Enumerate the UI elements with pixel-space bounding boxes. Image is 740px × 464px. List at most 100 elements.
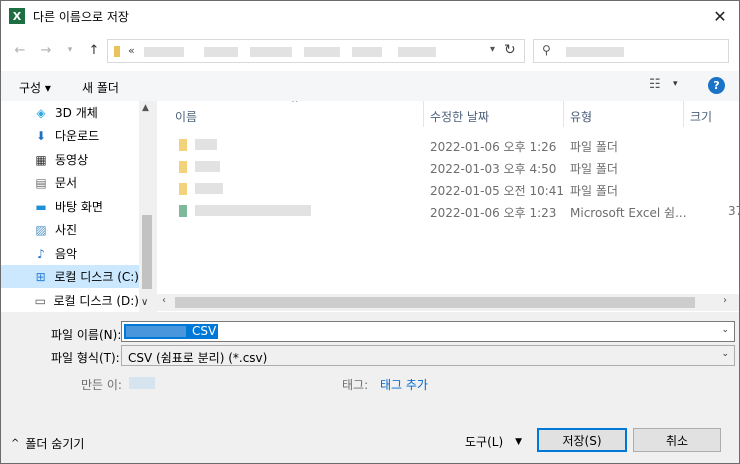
nav-item-label: 음악 <box>55 247 78 261</box>
filetype-value: CSV (쉼표로 분리) (*.csv) <box>128 351 268 365</box>
filename-input[interactable]: CSV ⌄ <box>121 321 735 342</box>
scroll-thumb[interactable] <box>142 215 152 289</box>
file-date: 2022-01-05 오전 10:41 <box>430 184 565 198</box>
organize-menu-button[interactable]: 구성 ▾ <box>19 79 51 96</box>
nav-item-7[interactable]: ⊞ 로컬 디스크 (C:) <box>1 265 139 288</box>
chevron-down-icon[interactable]: ▾ <box>673 79 678 89</box>
scroll-left-icon[interactable]: ‹ <box>162 295 166 306</box>
column-header-name[interactable]: 이름 <box>175 108 197 125</box>
author-value[interactable] <box>129 377 155 389</box>
close-button[interactable]: ✕ <box>707 4 733 28</box>
column-header-date[interactable]: 수정한 날짜 <box>430 108 489 125</box>
view-options-icon[interactable]: ☷ <box>649 77 661 92</box>
folder-icon <box>179 139 187 151</box>
file-row[interactable]: 2022-01-06 오후 1:26 파일 폴더 <box>157 134 739 156</box>
breadcrumb-segment[interactable] <box>352 47 382 57</box>
breadcrumb-segment[interactable] <box>398 47 436 57</box>
file-name-obscured <box>195 183 223 194</box>
hide-folders-label: 폴더 숨기기 <box>25 437 85 451</box>
file-type: 파일 폴더 <box>570 140 618 154</box>
scroll-thumb[interactable] <box>175 297 695 308</box>
breadcrumb-segment[interactable] <box>304 47 340 57</box>
save-button[interactable]: 저장(S) <box>537 428 627 452</box>
cancel-button[interactable]: 취소 <box>633 428 721 452</box>
recent-locations-button[interactable]: ▾ <box>61 41 79 59</box>
column-divider[interactable] <box>683 101 684 127</box>
chevron-down-icon: ▼ <box>515 436 523 447</box>
file-date: 2022-01-06 오후 1:26 <box>430 140 557 154</box>
chevron-down-icon: ⌄ <box>721 349 729 359</box>
scroll-up-icon[interactable]: ▲ <box>142 103 149 113</box>
file-list-horizontal-scrollbar[interactable]: ‹ › <box>157 294 739 311</box>
nav-item-label: 로컬 디스크 (C:) <box>54 270 139 284</box>
filename-value: CSV <box>192 324 217 338</box>
column-header-type[interactable]: 유형 <box>570 108 592 125</box>
filetype-select[interactable]: CSV (쉼표로 분리) (*.csv) ⌄ <box>121 345 735 366</box>
file-row[interactable]: 2022-01-05 오전 10:41 파일 폴더 <box>157 178 739 200</box>
forward-button[interactable]: → <box>37 41 55 59</box>
file-name-obscured <box>195 205 311 216</box>
file-date: 2022-01-03 오후 4:50 <box>430 162 557 176</box>
breadcrumb-segment[interactable] <box>204 47 238 57</box>
scroll-right-icon[interactable]: › <box>723 295 727 306</box>
file-list: ^ 이름 수정한 날짜 유형 크기 2022-01-06 오후 1:26 파일 폴… <box>157 101 739 312</box>
nav-vertical-scrollbar[interactable]: ▲ ∨ <box>139 101 155 312</box>
column-header-size[interactable]: 크기 <box>690 108 712 125</box>
excel-file-icon <box>179 205 187 217</box>
refresh-icon[interactable]: ↻ <box>504 42 516 58</box>
drive-icon: ▭ <box>34 293 46 308</box>
address-dropdown-icon[interactable]: ▾ <box>490 44 495 55</box>
download-arrow-icon: ⬇ <box>35 128 47 143</box>
search-input[interactable]: ⚲ <box>533 39 729 63</box>
windows-drive-icon: ⊞ <box>35 269 46 284</box>
nav-item-8[interactable]: ▭ 로컬 디스크 (D:) <box>1 289 139 312</box>
breadcrumb-overflow[interactable]: « <box>128 44 135 57</box>
column-divider[interactable] <box>563 101 564 127</box>
breadcrumb-segment[interactable] <box>250 47 292 57</box>
desktop-icon: ▬ <box>35 199 47 214</box>
hide-folders-toggle[interactable]: ^ 폴더 숨기기 <box>11 435 84 452</box>
scroll-down-icon[interactable]: ∨ <box>141 297 148 308</box>
up-button[interactable]: ↑ <box>85 41 103 59</box>
nav-item-6[interactable]: ♪ 음악 <box>1 242 139 265</box>
help-icon[interactable]: ? <box>708 77 725 94</box>
tags-label: 태그: <box>342 378 369 392</box>
file-type: 파일 폴더 <box>570 184 618 198</box>
nav-item-3[interactable]: ▤ 문서 <box>1 171 139 194</box>
search-placeholder <box>566 47 624 57</box>
window-title: 다른 이름으로 저장 <box>33 9 129 24</box>
nav-item-2[interactable]: ▦ 동영상 <box>1 148 139 171</box>
nav-item-0[interactable]: ◈ 3D 개체 <box>1 101 139 124</box>
nav-item-4[interactable]: ▬ 바탕 화면 <box>1 195 139 218</box>
excel-app-icon: X <box>9 8 25 24</box>
file-row[interactable]: 2022-01-06 오후 1:23 Microsoft Excel 쉼... 37 <box>157 200 739 222</box>
new-folder-button[interactable]: 새 폴더 <box>82 79 119 96</box>
pictures-icon: ▨ <box>35 222 47 237</box>
file-row[interactable]: 2022-01-03 오후 4:50 파일 폴더 <box>157 156 739 178</box>
nav-item-label: 바탕 화면 <box>55 200 103 214</box>
tools-label: 도구(L) <box>465 435 504 449</box>
nav-item-label: 사진 <box>55 223 78 237</box>
filename-obscured-prefix <box>126 326 186 337</box>
author-label: 만든 이: <box>81 378 122 392</box>
file-date: 2022-01-06 오후 1:23 <box>430 206 557 220</box>
save-as-dialog: X 다른 이름으로 저장 ✕ ← → ▾ ↑ « ▾ ↻ ⚲ 구성 ▾ 새 폴더… <box>0 0 740 464</box>
music-note-icon: ♪ <box>37 246 45 261</box>
tools-menu-button[interactable]: 도구(L) ▼ <box>465 433 522 450</box>
nav-item-5[interactable]: ▨ 사진 <box>1 218 139 241</box>
address-bar[interactable]: « ▾ ↻ <box>107 39 525 63</box>
arrow-left-icon: ← <box>14 42 26 58</box>
nav-item-1[interactable]: ⬇ 다운로드 <box>1 124 139 147</box>
add-tag-link[interactable]: 태그 추가 <box>380 376 428 393</box>
column-divider[interactable] <box>423 101 424 127</box>
file-name-obscured <box>195 139 217 150</box>
back-button[interactable]: ← <box>11 41 29 59</box>
title-bar: X 다른 이름으로 저장 ✕ <box>1 1 739 31</box>
folder-icon <box>179 183 187 195</box>
nav-item-label: 3D 개체 <box>55 106 98 120</box>
filetype-label: 파일 형식(T): <box>51 351 120 365</box>
breadcrumb-segment[interactable] <box>144 47 184 57</box>
chevron-down-icon[interactable]: ⌄ <box>721 325 729 335</box>
navigation-pane: ▭ 로컬 디스크 (D:) ⊞ 로컬 디스크 (C:) ♪ 음악 ▨ 사진 ▬ 바탕 화면 ▤ 문서 ▦… <box>1 101 155 312</box>
cube-3d-icon: ◈ <box>36 105 46 120</box>
